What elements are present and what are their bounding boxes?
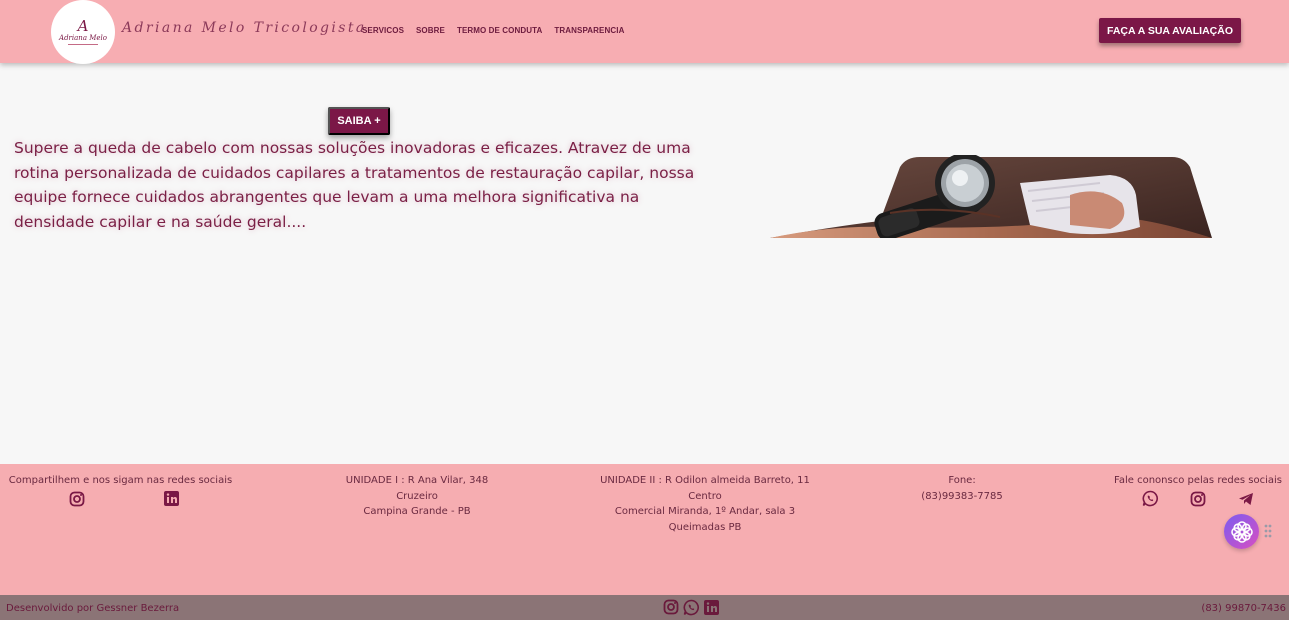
telegram-icon[interactable]: [1237, 490, 1255, 508]
developer-credit[interactable]: Desenvolvido por Gessner Bezerra: [6, 603, 179, 614]
contact-title: Fale cononsco pelas redes sociais: [1114, 475, 1282, 486]
nav-transparencia[interactable]: TRANSPARENCIA: [554, 26, 624, 35]
site-header: A Adriana Melo Adriana Melo Tricologista…: [0, 0, 1289, 64]
hero-text: Supere a queda de cabelo com nossas solu…: [14, 139, 695, 231]
main-nav: SERVICOS SOBRE TERMO DE CONDUTA TRANSPAR…: [362, 26, 636, 35]
logo[interactable]: A Adriana Melo: [51, 0, 115, 64]
unit1-line1: UNIDADE I : R Ana Vilar, 348: [345, 475, 489, 486]
hero-image: [770, 155, 1212, 238]
flower-icon: [1230, 520, 1253, 543]
footer-unit-2: UNIDADE II : R Odilon almeida Barreto, 1…: [590, 473, 820, 535]
drag-handle-icon[interactable]: [1264, 524, 1272, 538]
unit2-line2: Centro: [688, 490, 722, 502]
unit2-line4: Queimadas PB: [668, 521, 742, 533]
nav-termo-de-conduta[interactable]: TERMO DE CONDUTA: [457, 26, 542, 35]
linkedin-icon[interactable]: [702, 598, 720, 616]
instagram-icon[interactable]: [662, 598, 680, 616]
unit1-line3: Campina Grande - PB: [363, 506, 471, 517]
instagram-icon[interactable]: [1189, 490, 1207, 508]
unit2-line3: Comercial Miranda, 1º Andar, sala 3: [614, 506, 796, 517]
footer-unit-1: UNIDADE I : R Ana Vilar, 348 Cruzeiro Ca…: [316, 473, 518, 520]
footer-phone: Fone: (83)99383-7785: [902, 473, 1022, 504]
nav-sobre[interactable]: SOBRE: [416, 26, 445, 35]
evaluation-button[interactable]: FAÇA A SUA AVALIAÇÃO: [1099, 18, 1241, 43]
bottom-bar: Desenvolvido por Gessner Bezerra (83) 99…: [0, 595, 1289, 620]
whatsapp-icon[interactable]: [682, 598, 700, 616]
logo-name: Adriana Melo: [59, 34, 107, 42]
chatbot-button[interactable]: [1224, 514, 1259, 549]
bottom-phone[interactable]: (83) 99870-7436: [1201, 603, 1286, 614]
instagram-icon[interactable]: [68, 490, 86, 508]
brand-name: Adriana Melo Tricologista: [122, 20, 367, 36]
nav-servicos[interactable]: SERVICOS: [362, 26, 404, 35]
phone-number[interactable]: (83)99383-7785: [902, 489, 1022, 505]
share-title: Compartilhem e nos sigam nas redes socia…: [8, 475, 233, 486]
bottom-social-icons: [662, 598, 720, 616]
unit2-line1: UNIDADE II : R Odilon almeida Barreto, 1…: [600, 475, 810, 486]
unit1-line2: Cruzeiro: [396, 490, 438, 502]
saiba-mais-button[interactable]: SAIBA +: [328, 107, 390, 135]
logo-monogram: A: [77, 17, 89, 35]
footer-contact: Fale cononsco pelas redes sociais: [1108, 473, 1288, 508]
footer-share: Compartilhem e nos sigam nas redes socia…: [6, 473, 235, 508]
phone-label: Fone:: [948, 475, 976, 486]
logo-divider: [68, 44, 98, 45]
whatsapp-icon[interactable]: [1141, 490, 1159, 508]
linkedin-icon[interactable]: [162, 490, 180, 508]
